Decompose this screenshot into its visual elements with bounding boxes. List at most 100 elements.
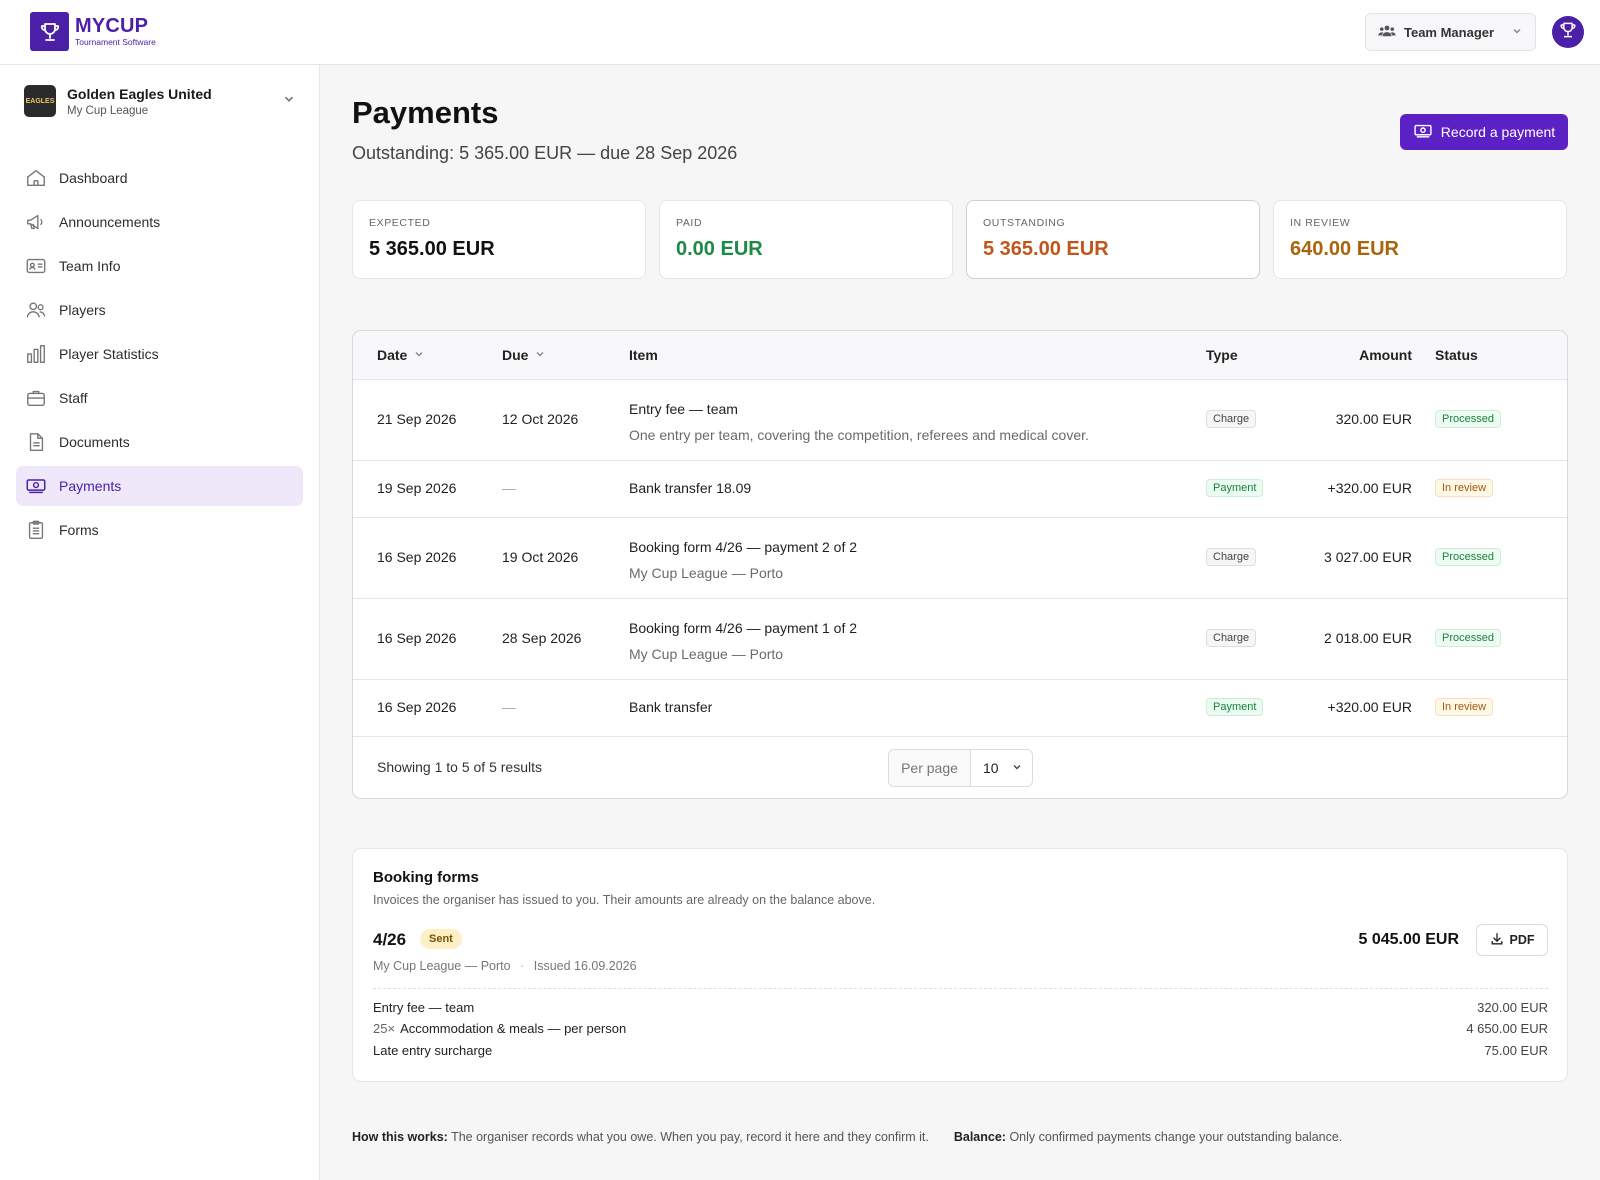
id-card-icon [25,255,47,277]
booking-form-status-badge: Sent [420,929,462,949]
row-item: Entry fee — team [629,401,738,417]
line-label: Accommodation & meals — per person [400,1021,627,1036]
status-badge: Processed [1435,548,1501,566]
row-date: 19 Sep 2026 [377,480,457,496]
line-label: Entry fee — team [373,1000,475,1015]
summary-card-in-review: IN REVIEW 640.00 EUR [1273,200,1567,279]
sidebar-item-label: Dashboard [59,170,128,186]
summary-value: 640.00 EUR [1290,238,1399,260]
role-switcher[interactable]: Team Manager [1365,13,1536,51]
table-row[interactable]: 16 Sep 2026 — Bank transfer Payment +320… [353,680,1567,737]
column-header-label: Amount [1359,347,1412,363]
trophy-icon [30,12,69,51]
document-icon [25,431,47,453]
column-header-due[interactable]: Due [502,347,546,363]
summary-label: PAID [676,217,703,229]
column-header-date[interactable]: Date [377,347,425,363]
row-item: Bank transfer 18.09 [629,480,752,496]
sidebar-item-label: Player Statistics [59,346,159,362]
table-row[interactable]: 21 Sep 2026 12 Oct 2026 Entry fee — team… [353,380,1567,461]
booking-line-item: Late entry surcharge 75.00 EUR [373,1043,1548,1058]
summary-label: OUTSTANDING [983,217,1066,229]
booking-forms-title: Booking forms [373,869,479,886]
row-item: Bank transfer [629,699,713,715]
summary-value: 5 365.00 EUR [983,238,1109,260]
record-payment-button[interactable]: Record a payment [1400,114,1568,150]
sidebar-item-dashboard[interactable]: Dashboard [16,158,303,198]
chevron-down-icon [534,347,546,363]
record-payment-label: Record a payment [1440,124,1556,140]
booking-form-total: 5 045.00 EUR [1358,931,1459,948]
line-amount: 4 650.00 EUR [1466,1021,1548,1036]
row-item-description: My Cup League — Porto [629,646,784,662]
users-icon [1378,23,1396,42]
row-amount: 2 018.00 EUR [1324,630,1412,646]
role-label: Team Manager [1404,24,1495,40]
sidebar: EAGLES Golden Eagles United My Cup Leagu… [0,65,320,1180]
column-header-label: Date [377,347,408,363]
clipboard-icon [25,519,47,541]
row-due: — [502,480,516,496]
per-page-label: Per page [889,750,971,786]
money-icon [1413,121,1433,144]
table-row[interactable]: 16 Sep 2026 19 Oct 2026 Booking form 4/2… [353,518,1567,599]
chevron-down-icon [413,347,425,363]
user-avatar[interactable] [1552,16,1584,48]
per-page-value[interactable]: 10 [971,750,1032,786]
team-switcher[interactable]: EAGLES Golden Eagles United My Cup Leagu… [24,84,296,118]
status-badge: In review [1435,479,1494,497]
sidebar-item-staff[interactable]: Staff [16,378,303,418]
sidebar-item-payments[interactable]: Payments [16,466,303,506]
chevron-down-icon [1011,760,1023,776]
summary-card-outstanding: OUTSTANDING 5 365.00 EUR [966,200,1260,279]
sidebar-item-label: Forms [59,522,99,538]
booking-form-issued: Issued 16.09.2026 [533,959,637,973]
balance-text: Only confirmed payments change your outs… [1009,1130,1343,1144]
type-badge: Charge [1206,548,1257,566]
download-icon [1490,932,1504,949]
booking-line-item: Entry fee — team 320.00 EUR [373,1000,1548,1015]
sidebar-item-players[interactable]: Players [16,290,303,330]
sidebar-item-label: Team Info [59,258,121,274]
type-badge: Payment [1206,698,1264,716]
column-header-amount: Amount [1359,347,1412,363]
status-badge: In review [1435,698,1494,716]
briefcase-icon [25,387,47,409]
summary-value: 0.00 EUR [676,238,763,260]
sidebar-item-announcements[interactable]: Announcements [16,202,303,242]
trophy-icon [1558,20,1578,45]
summary-value: 5 365.00 EUR [369,238,495,260]
per-page-select[interactable]: Per page 10 [888,749,1033,787]
sidebar-nav: Dashboard Announcements Team Info Player… [16,158,303,554]
sidebar-item-forms[interactable]: Forms [16,510,303,550]
row-date: 16 Sep 2026 [377,630,457,646]
payments-table: Date Due Item Type Amount Status 21 Sep … [352,330,1568,799]
meta-separator: · [520,959,525,973]
row-due: 19 Oct 2026 [502,549,579,565]
app-logo[interactable]: MYCUP Tournament Software [30,12,156,51]
row-date: 16 Sep 2026 [377,549,457,565]
chevron-down-icon [282,92,296,111]
home-icon [25,167,47,189]
download-pdf-button[interactable]: PDF [1476,924,1548,956]
chevron-down-icon [1511,25,1523,40]
table-row[interactable]: 16 Sep 2026 28 Sep 2026 Booking form 4/2… [353,599,1567,680]
line-label: Late entry surcharge [373,1043,493,1058]
sidebar-item-label: Announcements [59,214,161,230]
column-header-item: Item [629,347,658,363]
sidebar-item-player-statistics[interactable]: Player Statistics [16,334,303,374]
sidebar-item-team-info[interactable]: Team Info [16,246,303,286]
type-badge: Charge [1206,410,1257,428]
how-label: How this works: [352,1130,448,1144]
how-text: The organiser records what you owe. When… [451,1130,929,1144]
row-amount: 320.00 EUR [1335,411,1412,427]
booking-form-venue: My Cup League — Porto [373,959,511,973]
table-row[interactable]: 19 Sep 2026 — Bank transfer 18.09 Paymen… [353,461,1567,518]
sidebar-item-documents[interactable]: Documents [16,422,303,462]
sidebar-item-label: Staff [59,390,88,406]
results-count: Showing 1 to 5 of 5 results [377,759,542,775]
page-title: Payments [352,95,499,130]
team-league: My Cup League [67,104,149,117]
summary-label: IN REVIEW [1290,217,1351,229]
column-header-label: Item [629,347,658,363]
